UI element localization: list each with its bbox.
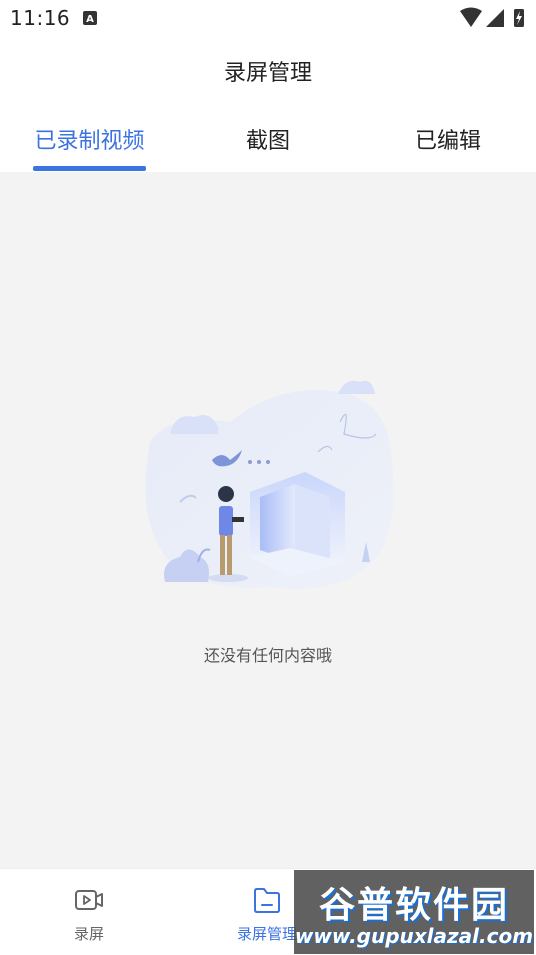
tab-recorded-videos[interactable]: 已录制视频 <box>20 106 159 172</box>
empty-message: 还没有任何内容哦 <box>203 646 332 665</box>
status-time: 11:16 <box>10 6 71 30</box>
cell-signal-icon <box>486 9 504 27</box>
video-icon <box>75 890 103 910</box>
svg-text:A: A <box>86 14 94 25</box>
watermark: 谷普软件园 www.gupuxlazal.com <box>294 870 534 954</box>
header: 录屏管理 <box>0 36 536 106</box>
status-bar: 11:16 A <box>0 0 536 36</box>
tab-screenshots[interactable]: 截图 <box>200 106 336 172</box>
content-area: 还没有任何内容哦 <box>0 172 536 868</box>
status-icons <box>460 7 524 27</box>
watermark-url: www.gupuxlazal.com <box>294 924 534 948</box>
folder-icon <box>254 888 280 913</box>
tab-edited[interactable]: 已编辑 <box>380 106 516 172</box>
empty-illustration <box>145 380 394 589</box>
a-icon: A <box>83 11 97 25</box>
watermark-brand: 谷普软件园 <box>318 885 509 926</box>
tab-bar: 已录制视频 截图 已编辑 <box>0 106 536 172</box>
nav-item-record[interactable]: 录屏 <box>34 869 144 955</box>
nav-label-record: 录屏 <box>73 925 104 943</box>
tab-indicator <box>33 166 146 171</box>
page-title: 录屏管理 <box>223 61 312 86</box>
wifi-icon <box>460 7 482 27</box>
